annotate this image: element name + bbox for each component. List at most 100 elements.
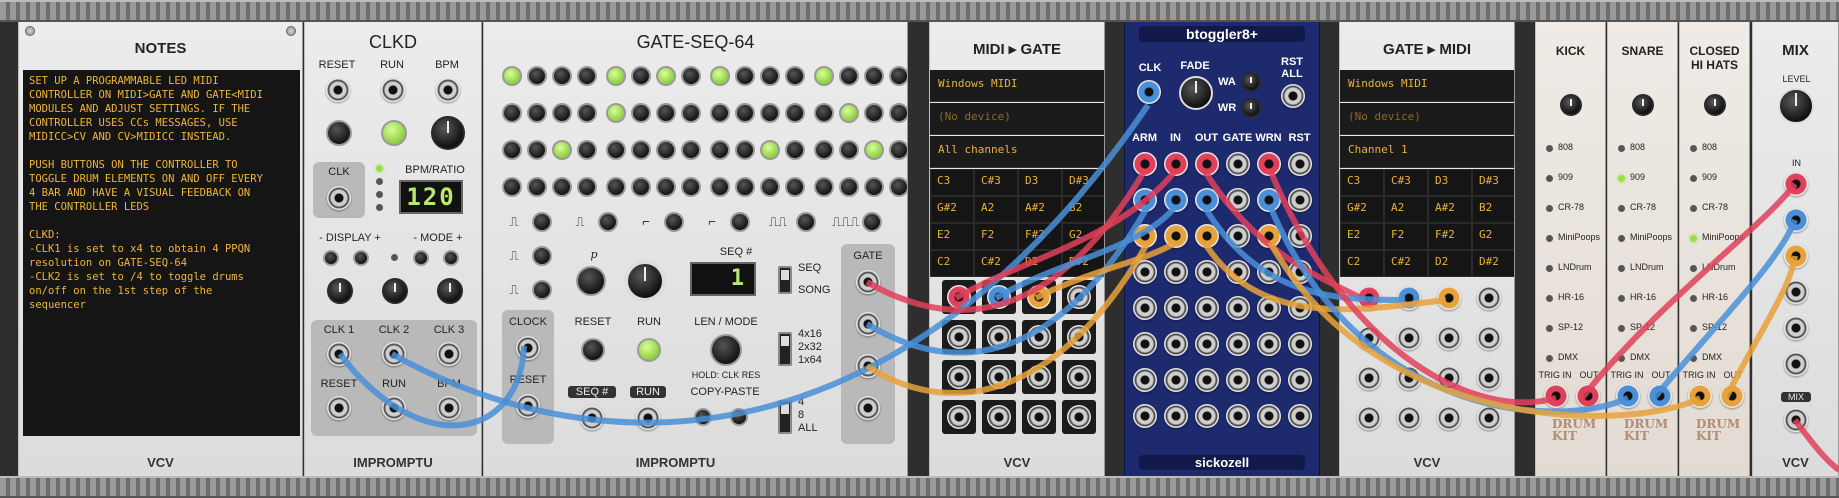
len-mode-button[interactable] [710,334,742,366]
gate-input-jack[interactable] [1437,286,1461,310]
step-button[interactable] [552,66,572,86]
toggler-jack[interactable] [1257,188,1281,212]
step-button[interactable] [502,103,522,123]
gate-output-jack[interactable] [987,325,1011,349]
note-cell[interactable]: A2 [1384,196,1428,223]
trig-input-jack[interactable] [1688,384,1712,408]
gate-output-jack[interactable] [1027,405,1051,429]
step-button[interactable] [681,140,701,160]
gate-output-jack[interactable] [947,365,971,389]
step-button[interactable] [631,140,651,160]
note-cell[interactable]: G2 [1472,223,1514,250]
gate-input-jack[interactable] [1437,406,1461,430]
step-button[interactable] [710,103,730,123]
step-button[interactable] [656,66,676,86]
clk1-output-jack[interactable] [327,342,351,366]
step-button[interactable] [681,66,701,86]
step-button[interactable] [631,103,651,123]
gate-input-jack[interactable] [1357,406,1381,430]
clk3-output-jack[interactable] [437,342,461,366]
step-button[interactable] [710,177,730,197]
gate-output-jack[interactable] [856,396,880,420]
run-input-jack[interactable] [636,406,660,430]
step-button[interactable] [814,103,834,123]
toggler-jack[interactable] [1164,188,1188,212]
drum-decay-knob[interactable] [1560,94,1582,116]
toggler-jack[interactable] [1195,152,1219,176]
step-button[interactable] [760,66,780,86]
toggler-jack[interactable] [1288,332,1312,356]
note-cell[interactable]: D2 [1428,250,1472,277]
main-knob[interactable] [624,260,666,302]
toggler-jack[interactable] [1288,260,1312,284]
gate-input-jack[interactable] [1477,286,1501,310]
step-button[interactable] [502,140,522,160]
step-button[interactable] [785,140,805,160]
mode-minus-button[interactable] [413,250,429,266]
copy-size-switch[interactable] [778,400,792,434]
mix-input-jack[interactable] [1784,316,1808,340]
toggler-jack[interactable] [1133,188,1157,212]
toggler-jack[interactable] [1195,224,1219,248]
gate-input-jack[interactable] [1437,366,1461,390]
mix-input-jack[interactable] [1784,352,1808,376]
channel-select[interactable]: Channel 1 [1340,136,1514,168]
device-select[interactable]: (No device) [930,103,1104,135]
step-button[interactable] [631,66,651,86]
step-button[interactable] [656,140,676,160]
step-button[interactable] [552,140,572,160]
toggler-jack[interactable] [1133,368,1157,392]
step-button[interactable] [527,140,547,160]
audio-output-jack[interactable] [1576,384,1600,408]
note-cell[interactable]: C#3 [1384,169,1428,196]
note-cell[interactable]: A2 [974,196,1018,223]
step-button[interactable] [735,140,755,160]
step-button[interactable] [839,140,859,160]
toggler-jack[interactable] [1226,332,1250,356]
step-button[interactable] [527,103,547,123]
toggler-jack[interactable] [1133,332,1157,356]
fade-knob[interactable] [1179,76,1213,110]
reset-input-jack[interactable] [326,78,350,102]
toggler-jack[interactable] [1133,296,1157,320]
gate-output-jack[interactable] [1027,325,1051,349]
step-button[interactable] [577,103,597,123]
seq-song-switch[interactable] [778,266,792,294]
toggler-jack[interactable] [1164,152,1188,176]
mix-input-jack[interactable] [1784,244,1808,268]
note-cell[interactable]: A#2 [1018,196,1062,223]
step-button[interactable] [710,140,730,160]
toggler-jack[interactable] [1133,224,1157,248]
toggler-jack[interactable] [1226,296,1250,320]
step-button[interactable] [785,103,805,123]
toggler-jack[interactable] [1288,188,1312,212]
gate-shape-button[interactable] [862,212,882,232]
gate-shape-button[interactable] [532,246,552,266]
display-plus-button[interactable] [353,250,369,266]
note-cell[interactable]: A#2 [1428,196,1472,223]
note-cell[interactable]: C#3 [974,169,1018,196]
toggler-jack[interactable] [1195,368,1219,392]
reset-button[interactable] [581,338,605,362]
step-button[interactable] [760,103,780,123]
step-button[interactable] [889,66,907,86]
step-button[interactable] [864,103,884,123]
note-cell[interactable]: B2 [1472,196,1514,223]
toggler-jack[interactable] [1288,296,1312,320]
run-input-jack[interactable] [381,78,405,102]
step-button[interactable] [552,103,572,123]
run-button[interactable] [637,338,661,362]
drum-decay-knob[interactable] [1632,94,1654,116]
gate-input-jack[interactable] [1357,366,1381,390]
note-cell[interactable]: G2 [1062,223,1104,250]
note-cell[interactable]: F#2 [1428,223,1472,250]
step-button[interactable] [760,177,780,197]
bpm-input-jack[interactable] [436,78,460,102]
gate-input-jack[interactable] [1357,326,1381,350]
gate-output-jack[interactable] [987,405,1011,429]
note-cell[interactable]: D2 [1018,250,1062,277]
reset-button[interactable] [326,120,352,146]
clk-output-jack[interactable] [327,186,351,210]
gate-shape-button[interactable] [730,212,750,232]
display-minus-button[interactable] [323,250,339,266]
